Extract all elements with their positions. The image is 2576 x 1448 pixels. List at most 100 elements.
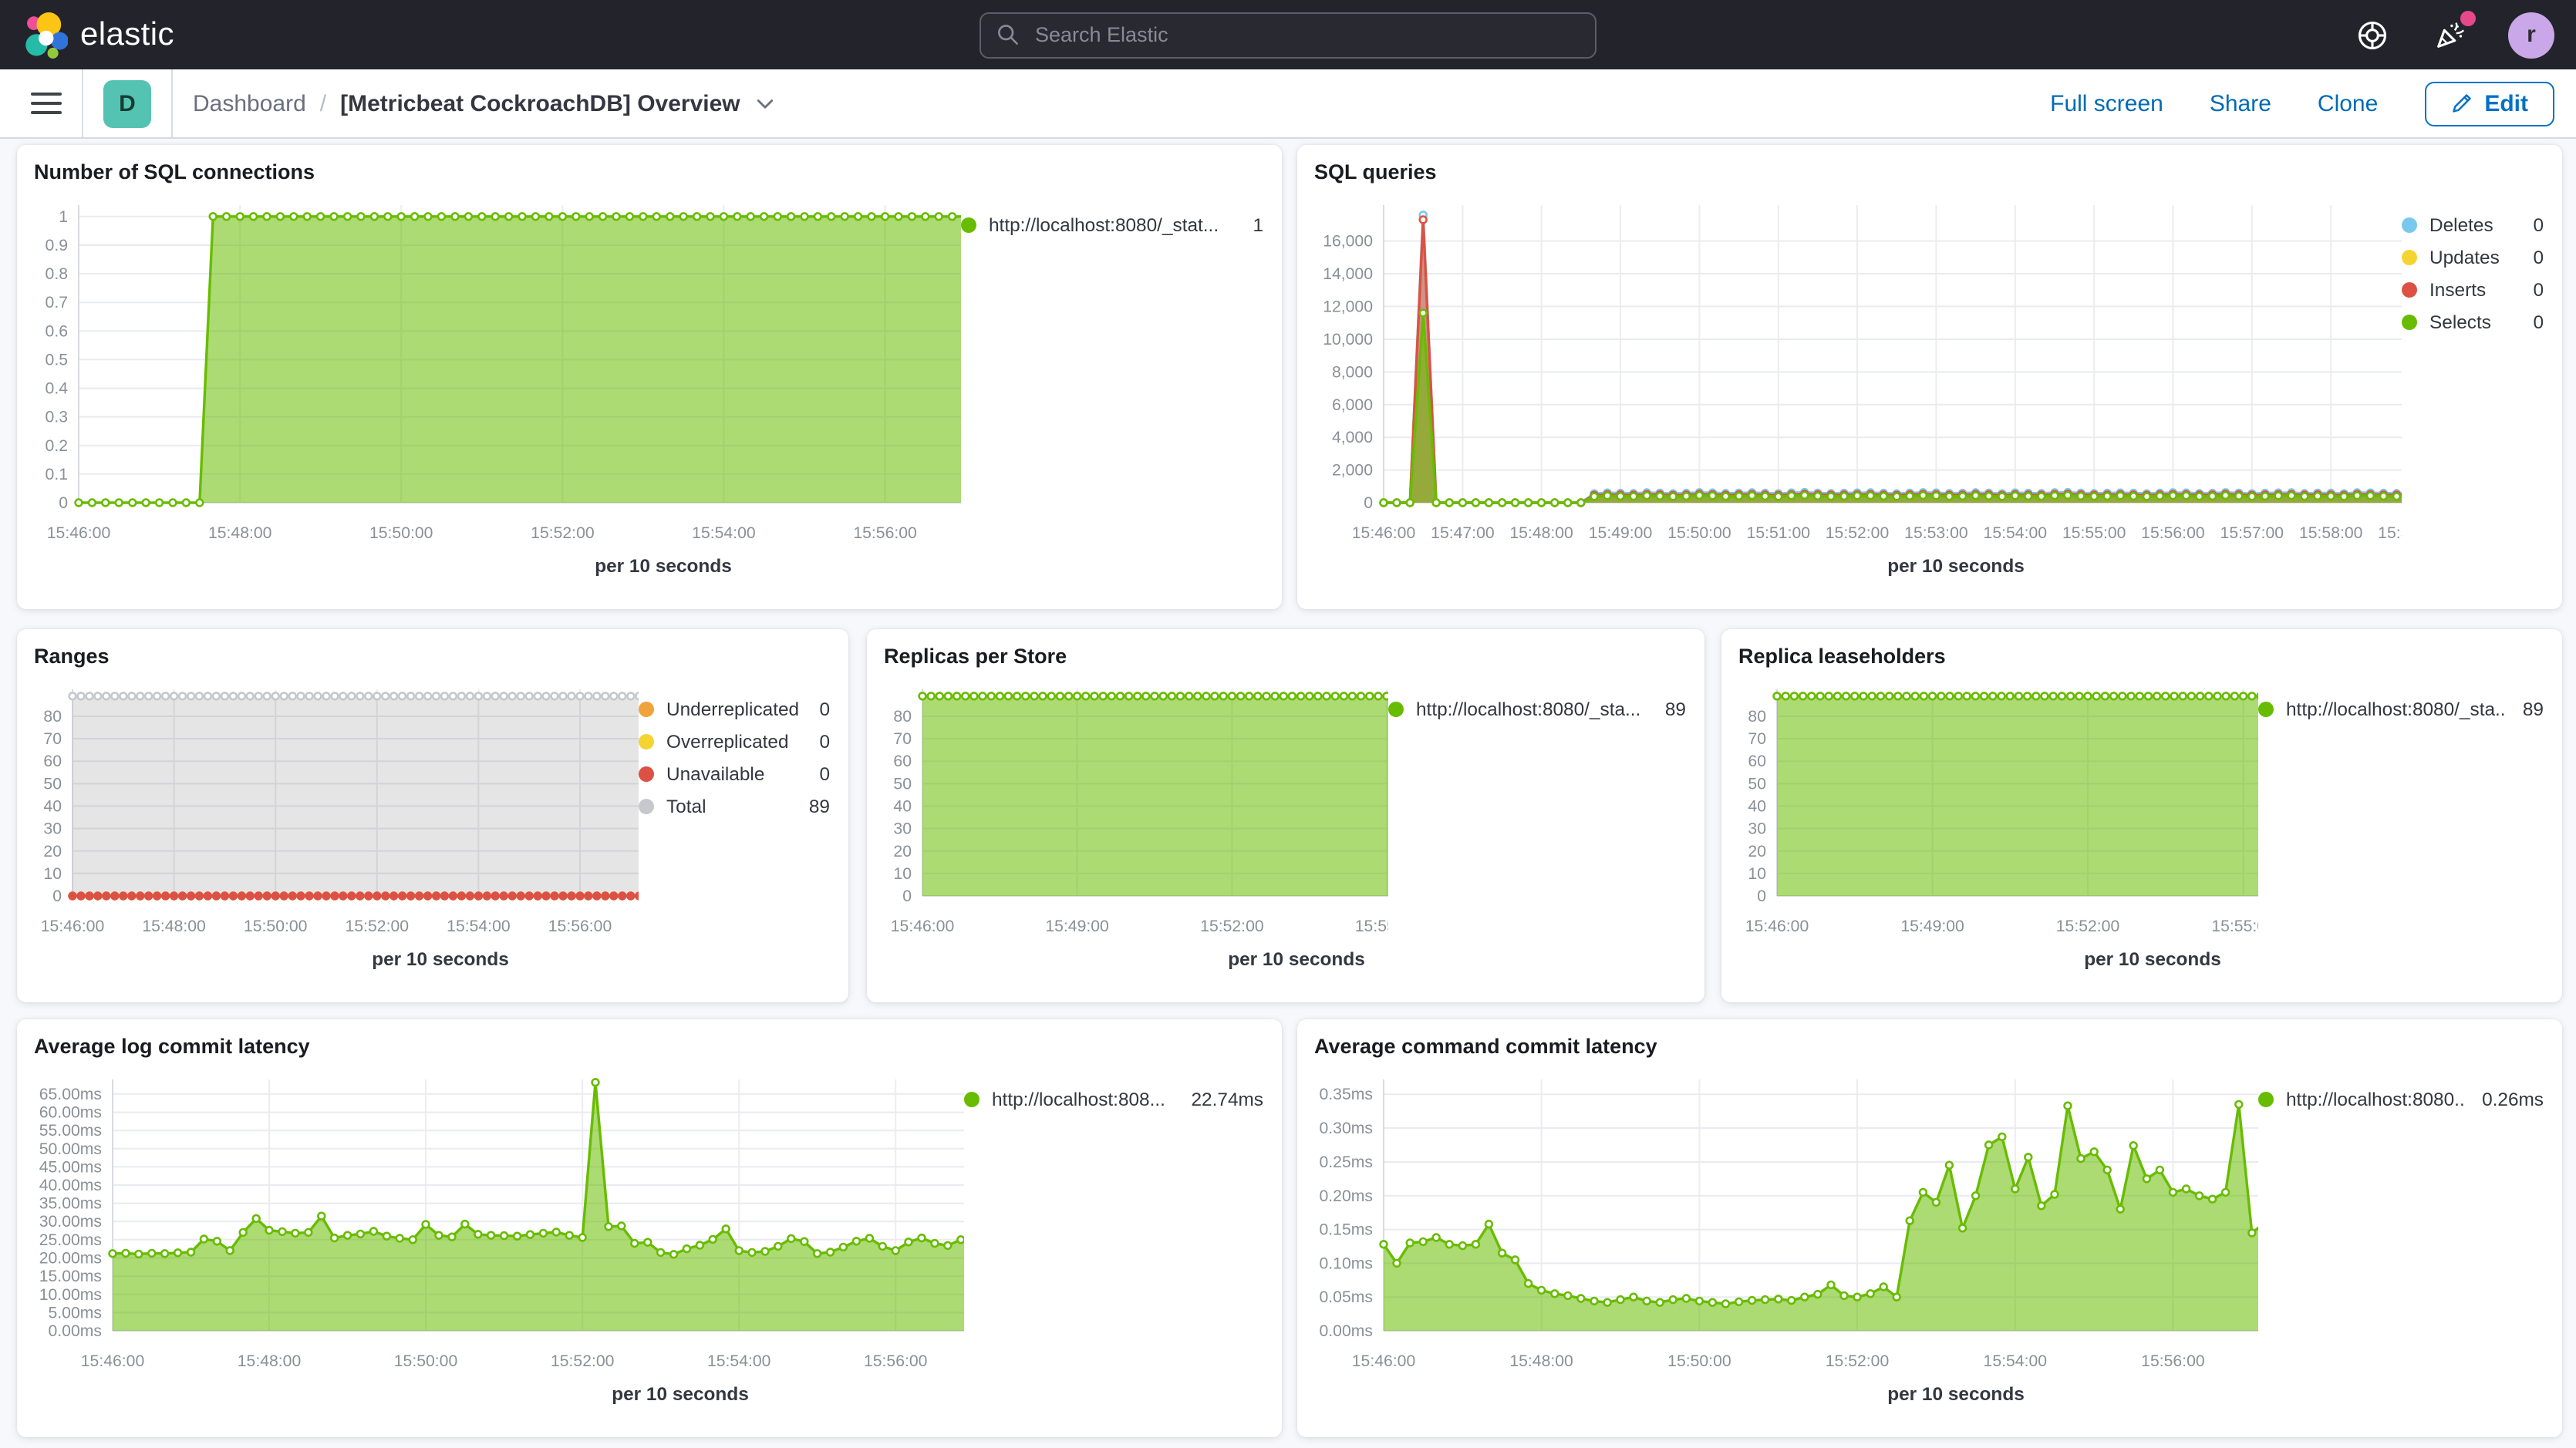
log-commit-latency-legend: http://localhost:808...22.74ms (964, 1058, 1282, 1429)
help-icon[interactable] (2354, 16, 2391, 53)
search-input[interactable] (1032, 22, 1580, 48)
legend-item[interactable]: Total89 (639, 790, 830, 822)
svg-text:per 10 seconds: per 10 seconds (612, 1384, 749, 1405)
svg-text:0.25ms: 0.25ms (1320, 1153, 1373, 1171)
legend-value: 22.74ms (1192, 1088, 1264, 1110)
legend-color-dot (964, 1091, 979, 1106)
legend-label: Updates (2429, 246, 2517, 268)
legend-item[interactable]: http://localhost:8080/_stat...1 (961, 208, 1263, 241)
legend-color-dot (2402, 281, 2417, 297)
legend-color-dot (639, 733, 654, 749)
svg-text:70: 70 (43, 730, 62, 748)
svg-text:15:46:00: 15:46:00 (47, 524, 110, 542)
svg-text:50: 50 (43, 775, 62, 793)
svg-text:15:50:00: 15:50:00 (244, 918, 307, 935)
chart-title: SQL queries (1297, 145, 2562, 184)
chart-title: Average command commit latency (1297, 1019, 2562, 1058)
svg-text:15:49:00: 15:49:00 (1045, 918, 1108, 935)
share-button[interactable]: Share (2210, 90, 2271, 116)
svg-text:70: 70 (1748, 730, 1766, 748)
dashboard-app-badge[interactable]: D (103, 79, 151, 127)
notification-badge (2460, 10, 2476, 25)
ranges-chart[interactable]: 15:46:0015:48:0015:50:0015:52:0015:54:00… (17, 668, 639, 995)
replica-leaseholders-legend: http://localhost:8080/_sta...89 (2258, 668, 2562, 995)
svg-text:80: 80 (1748, 708, 1766, 726)
legend-color-dot (639, 798, 654, 813)
svg-text:60: 60 (43, 753, 62, 770)
panel-sql-connections: Number of SQL connections 15:46:0015:48:… (17, 145, 1282, 609)
svg-text:15:46:00: 15:46:00 (41, 918, 104, 935)
elastic-logo-icon (22, 10, 68, 59)
legend-item[interactable]: Selects0 (2402, 305, 2544, 338)
breadcrumb-dashboard[interactable]: Dashboard (193, 90, 306, 116)
svg-text:45.00ms: 45.00ms (39, 1158, 102, 1176)
svg-text:65.00ms: 65.00ms (39, 1086, 102, 1103)
news-icon[interactable] (2431, 16, 2468, 53)
svg-text:15:59:00: 15:59:00 (2378, 524, 2402, 542)
legend-value: 89 (2523, 698, 2544, 719)
svg-text:30: 30 (1748, 820, 1766, 838)
sql-connections-chart[interactable]: 15:46:0015:48:0015:50:0015:52:0015:54:00… (17, 184, 961, 601)
clone-button[interactable]: Clone (2318, 90, 2378, 116)
legend-item[interactable]: Underreplicated0 (639, 692, 830, 725)
svg-text:0: 0 (902, 887, 912, 905)
legend-label: Overreplicated (666, 730, 804, 752)
legend-label: http://localhost:8080/_sta... (1416, 698, 1650, 719)
legend-item[interactable]: http://localhost:8080/_sta...89 (2258, 692, 2544, 725)
legend-item[interactable]: http://localhost:8080/_sta...89 (1388, 692, 1686, 725)
menu-icon[interactable] (31, 92, 62, 115)
kibana-app: elastic (0, 0, 2576, 1448)
legend-value: 0.26ms (2482, 1088, 2544, 1110)
legend-item[interactable]: Inserts0 (2402, 273, 2544, 305)
global-search[interactable] (979, 12, 1597, 58)
legend-color-dot (639, 701, 654, 716)
svg-text:15:56:00: 15:56:00 (853, 524, 916, 542)
log-commit-latency-chart[interactable]: 15:46:0015:48:0015:50:0015:52:0015:54:00… (17, 1058, 964, 1429)
svg-text:6,000: 6,000 (1332, 396, 1373, 414)
separator (82, 69, 83, 137)
svg-text:50: 50 (1748, 775, 1766, 793)
legend-color-dot (639, 766, 654, 781)
svg-text:0.35ms: 0.35ms (1320, 1086, 1373, 1103)
svg-text:0.20ms: 0.20ms (1320, 1187, 1373, 1205)
sql-queries-chart[interactable]: 15:46:0015:47:0015:48:0015:49:0015:50:00… (1297, 184, 2402, 601)
full-screen-button[interactable]: Full screen (2050, 90, 2163, 116)
svg-text:2,000: 2,000 (1332, 462, 1373, 480)
svg-text:40.00ms: 40.00ms (39, 1177, 102, 1194)
user-avatar[interactable]: r (2508, 12, 2554, 58)
legend-label: Unavailable (666, 763, 804, 784)
elastic-logo[interactable]: elastic (22, 10, 174, 59)
page-title: [Metricbeat CockroachDB] Overview (340, 90, 740, 116)
svg-text:per 10 seconds: per 10 seconds (1887, 556, 2025, 577)
svg-text:80: 80 (43, 708, 62, 726)
svg-text:0: 0 (1364, 494, 1373, 512)
panel-replica-leaseholders: Replica leaseholders 15:46:0015:49:0015:… (1721, 629, 2562, 1002)
legend-item[interactable]: http://localhost:8080...0.26ms (2258, 1083, 2544, 1115)
svg-text:15:46:00: 15:46:00 (1352, 1352, 1415, 1370)
svg-text:15:46:00: 15:46:00 (1352, 524, 1415, 542)
svg-text:10,000: 10,000 (1323, 331, 1373, 349)
chart-title: Ranges (17, 629, 848, 668)
legend-item[interactable]: Updates0 (2402, 241, 2544, 273)
edit-button[interactable]: Edit (2424, 81, 2554, 126)
svg-text:per 10 seconds: per 10 seconds (372, 949, 509, 970)
legend-item[interactable]: Overreplicated0 (639, 725, 830, 757)
legend-item[interactable]: http://localhost:808...22.74ms (964, 1083, 1263, 1115)
svg-text:15:49:00: 15:49:00 (1589, 524, 1652, 542)
svg-text:55.00ms: 55.00ms (39, 1122, 102, 1140)
legend-item[interactable]: Deletes0 (2402, 208, 2544, 241)
sql-connections-legend: http://localhost:8080/_stat...1 (961, 184, 1282, 601)
svg-text:15:54:00: 15:54:00 (447, 918, 510, 935)
command-commit-latency-chart[interactable]: 15:46:0015:48:0015:50:0015:52:0015:54:00… (1297, 1058, 2258, 1429)
replicas-per-store-chart[interactable]: 15:46:0015:49:0015:52:0015:55:0015:58:00… (867, 668, 1388, 995)
replica-leaseholders-chart[interactable]: 15:46:0015:49:0015:52:0015:55:0015:58:00… (1721, 668, 2258, 995)
chart-svg: 15:46:0015:48:0015:50:0015:52:0015:54:00… (17, 184, 961, 601)
sql-queries-legend: Deletes0Updates0Inserts0Selects0 (2402, 184, 2562, 601)
legend-item[interactable]: Unavailable0 (639, 757, 830, 790)
svg-text:15:51:00: 15:51:00 (1747, 524, 1810, 542)
svg-text:15:53:00: 15:53:00 (1904, 524, 1967, 542)
svg-text:20: 20 (1748, 843, 1766, 860)
svg-text:50: 50 (893, 775, 912, 793)
svg-text:35.00ms: 35.00ms (39, 1195, 102, 1213)
chevron-down-icon[interactable] (754, 93, 776, 114)
